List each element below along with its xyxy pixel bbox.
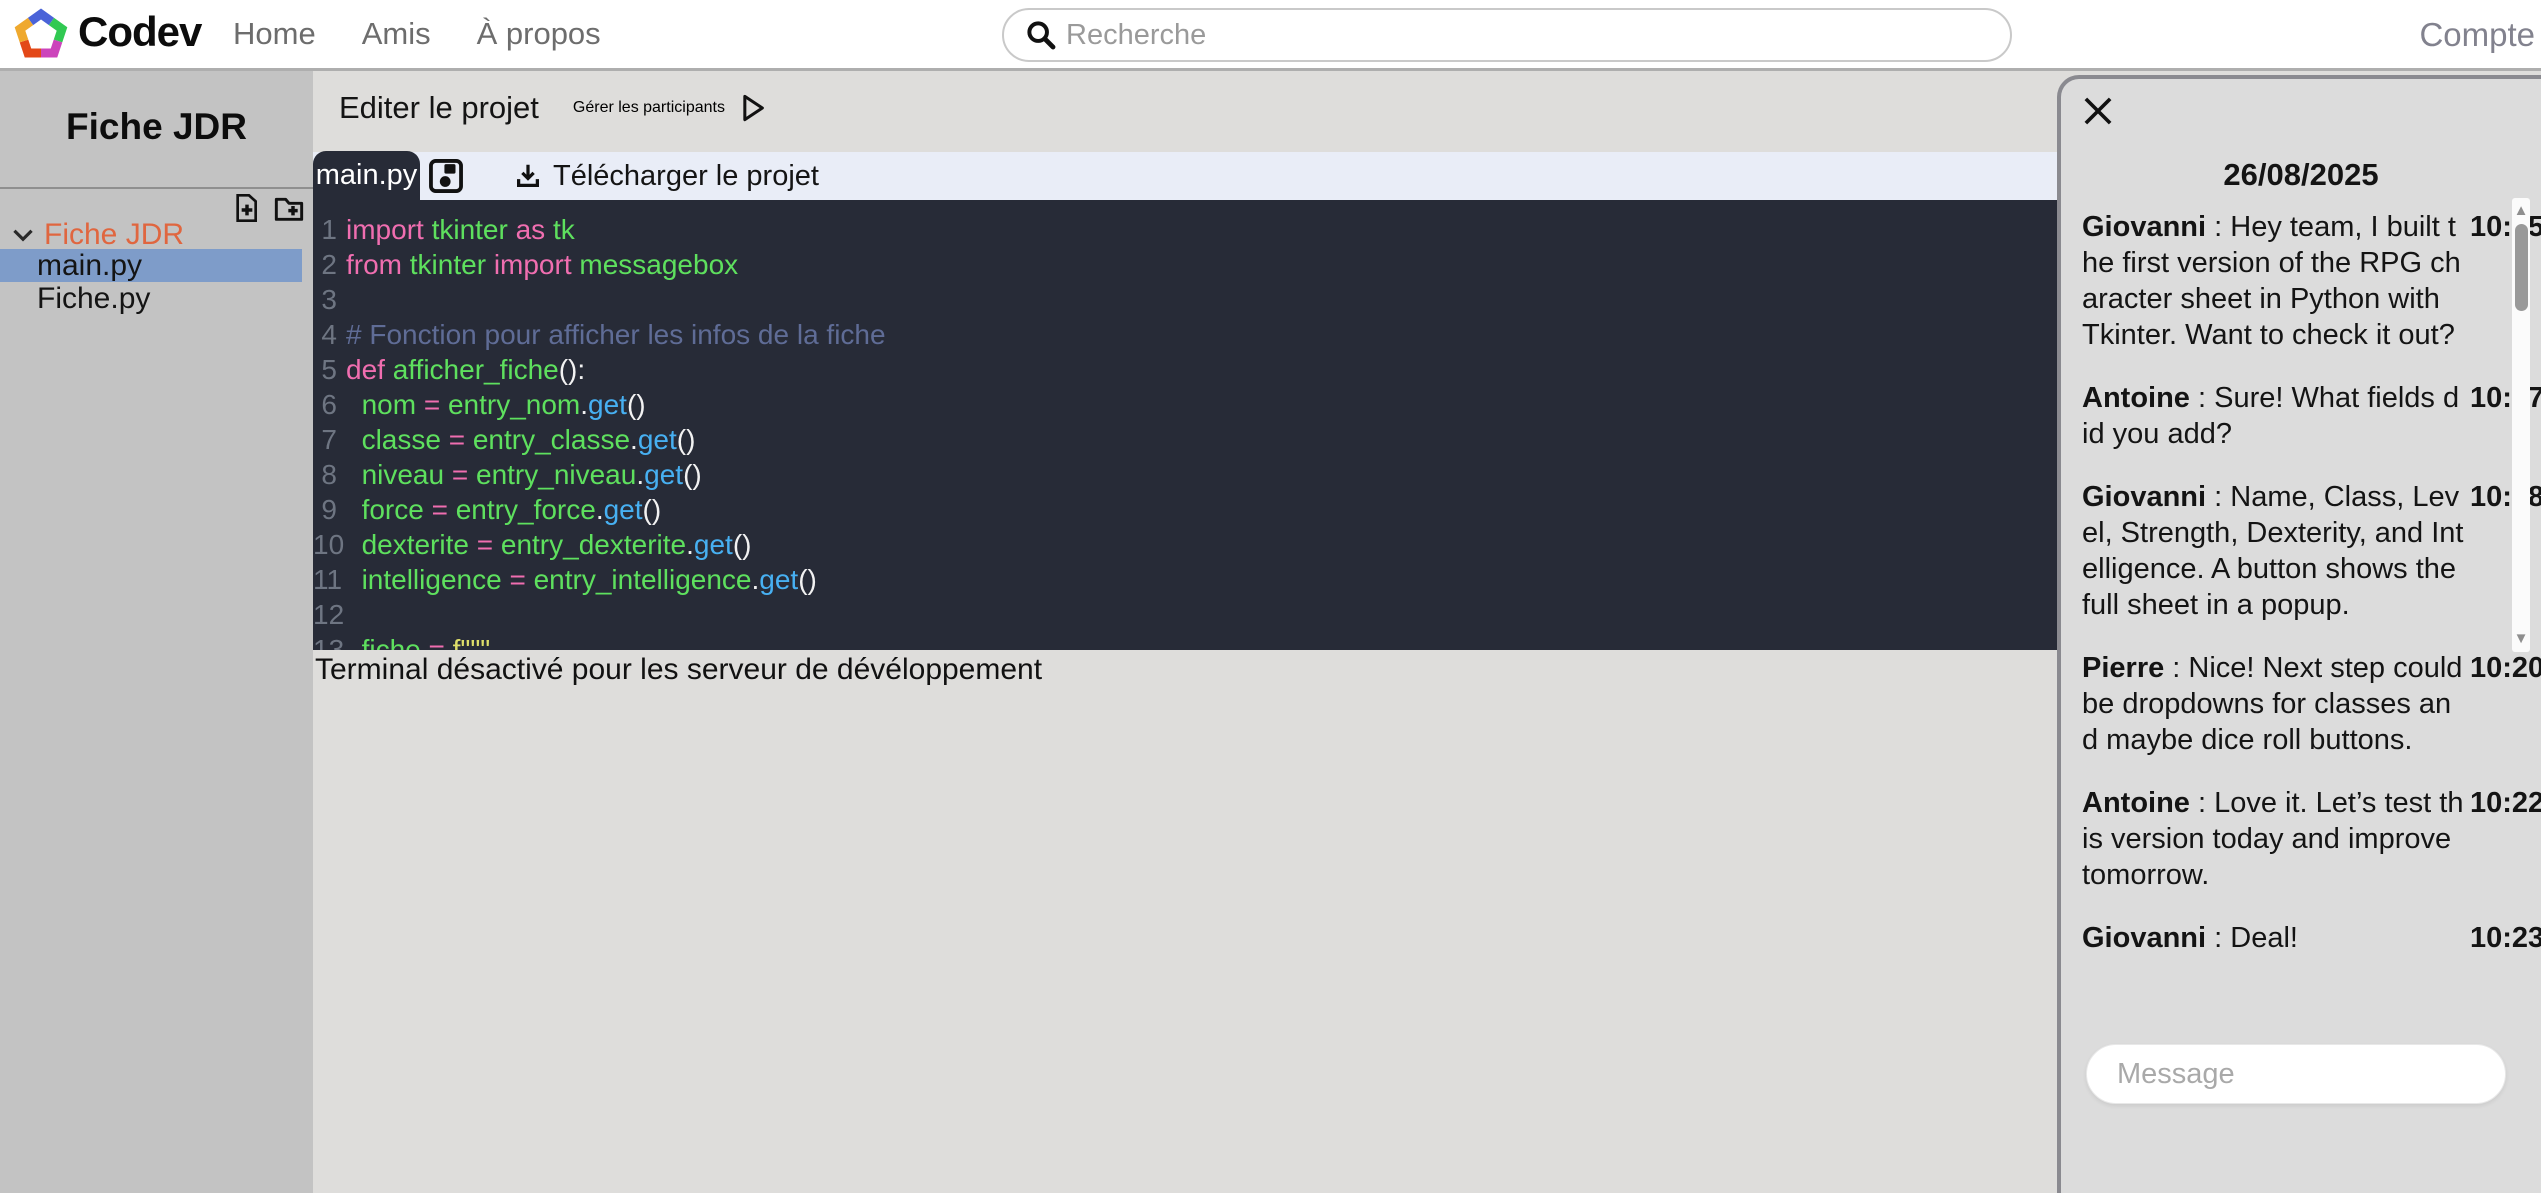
nav-link-home[interactable]: Home: [233, 16, 316, 52]
line-number: 1: [313, 212, 337, 247]
code-line: 4# Fonction pour afficher les infos de l…: [313, 317, 2057, 352]
chevron-down-icon: [12, 227, 34, 243]
chat-message-input[interactable]: [2086, 1044, 2506, 1104]
message-time: 10:15: [2470, 209, 2541, 245]
message-time: 10:23: [2470, 920, 2541, 956]
line-number: 6: [313, 387, 337, 422]
editor-tabbar: main.py Télécharger le projet: [313, 152, 2057, 200]
message-author: Giovanni: [2082, 922, 2206, 954]
save-icon[interactable]: [427, 157, 465, 195]
code-line: 1import tkinter as tk: [313, 212, 2057, 247]
message-author: Giovanni: [2082, 211, 2206, 243]
new-folder-icon[interactable]: [273, 192, 305, 224]
code-line: 9 force = entry_force.get(): [313, 492, 2057, 527]
chat-message: Giovanni : Hey team, I built the first v…: [2082, 209, 2512, 353]
code-line: 5def afficher_fiche():: [313, 352, 2057, 387]
line-number: 12: [313, 597, 337, 632]
tree-file-list: main.pyFiche.py: [0, 249, 313, 315]
tree-folder-row[interactable]: Fiche JDR: [12, 218, 184, 252]
file-explorer-sidebar: Fiche JDR Fiche JDR main.pyFiche.py: [0, 68, 313, 1193]
manage-participants-label: Gérer les participants: [573, 99, 725, 117]
manage-participants-button[interactable]: Gérer les participants: [573, 92, 767, 124]
nav-link-amis[interactable]: Amis: [362, 16, 431, 52]
brand-title[interactable]: Codev: [78, 8, 201, 56]
chat-message: Giovanni : Deal!10:23: [2082, 920, 2512, 956]
download-project-label: Télécharger le projet: [553, 160, 819, 193]
download-icon: [513, 161, 543, 191]
new-file-icon[interactable]: [231, 192, 263, 224]
line-number: 5: [313, 352, 337, 387]
line-number: 11: [313, 562, 337, 597]
line-number: 13: [313, 632, 337, 650]
message-time: 10:20: [2470, 650, 2541, 686]
tab-main-py[interactable]: main.py: [313, 151, 420, 200]
search-bar[interactable]: [1002, 8, 2012, 62]
code-editor[interactable]: 1import tkinter as tk2from tkinter impor…: [313, 200, 2057, 650]
app-window: Codev Home Amis À propos Compte Fiche JDR: [0, 0, 2541, 1193]
codev-logo-icon[interactable]: [14, 7, 68, 63]
chat-scrollbar[interactable]: ▲ ▼: [2512, 198, 2530, 652]
code-line: 11 intelligence = entry_intelligence.get…: [313, 562, 2057, 597]
line-number: 9: [313, 492, 337, 527]
message-time: 10:18: [2470, 479, 2541, 515]
message-time: 10:17: [2470, 380, 2541, 416]
code-line: 2from tkinter import messagebox: [313, 247, 2057, 282]
chat-message: Giovanni : Name, Class, Level, Strength,…: [2082, 479, 2512, 623]
message-author: Pierre: [2082, 652, 2164, 684]
message-author: Antoine: [2082, 787, 2190, 819]
account-menu[interactable]: Compte: [2419, 16, 2535, 54]
terminal-disabled-notice: Terminal désactivé pour les serveur de d…: [315, 653, 1042, 687]
line-number: 10: [313, 527, 337, 562]
scroll-up-arrow-icon[interactable]: ▲: [2514, 203, 2529, 218]
tree-file-fiche-py[interactable]: Fiche.py: [0, 282, 302, 315]
play-icon[interactable]: [739, 92, 767, 124]
tree-folder-label: Fiche JDR: [44, 218, 184, 252]
code-line: 10 dexterite = entry_dexterite.get(): [313, 527, 2057, 562]
message-author: Antoine: [2082, 382, 2190, 414]
line-number: 4: [313, 317, 337, 352]
message-author: Giovanni: [2082, 481, 2206, 513]
project-title: Fiche JDR: [0, 106, 313, 148]
code-line: 12: [313, 597, 2057, 632]
code-line: 7 classe = entry_classe.get(): [313, 422, 2057, 457]
scroll-down-arrow-icon[interactable]: ▼: [2514, 631, 2529, 646]
message-time: 10:22: [2470, 785, 2541, 821]
edit-project-button[interactable]: Editer le projet: [339, 90, 539, 126]
sidebar-divider: [0, 187, 313, 189]
code-line: 3: [313, 282, 2057, 317]
nav-link-à-propos[interactable]: À propos: [477, 16, 601, 52]
download-project-button[interactable]: Télécharger le projet: [513, 152, 819, 200]
chat-message-list: Giovanni : Hey team, I built the first v…: [2082, 209, 2512, 983]
code-line: 8 niveau = entry_niveau.get(): [313, 457, 2057, 492]
project-action-bar: Editer le projet Gérer les participants: [339, 90, 767, 126]
chat-panel: 26/08/2025 Giovanni : Hey team, I built …: [2057, 75, 2541, 1193]
chat-message: Antoine : Love it. Let’s test this versi…: [2082, 785, 2512, 893]
top-navbar: Codev Home Amis À propos Compte: [0, 0, 2541, 71]
nav-links: Home Amis À propos: [233, 0, 601, 68]
code-line: 13 fiche = f""": [313, 632, 2057, 650]
search-input[interactable]: [1064, 18, 2010, 53]
code-line: 6 nom = entry_nom.get(): [313, 387, 2057, 422]
line-number: 7: [313, 422, 337, 457]
scrollbar-thumb[interactable]: [2515, 224, 2528, 311]
file-actions: [231, 192, 305, 224]
search-icon: [1024, 18, 1058, 52]
chat-message: Antoine : Sure! What fields did you add?…: [2082, 380, 2512, 452]
chat-message: Pierre : Nice! Next step could be dropdo…: [2082, 650, 2512, 758]
chat-date: 26/08/2025: [2061, 157, 2541, 193]
line-number: 2: [313, 247, 337, 282]
close-icon[interactable]: [2081, 94, 2115, 128]
line-number: 8: [313, 457, 337, 492]
tree-file-main-py[interactable]: main.py: [0, 249, 302, 282]
line-number: 3: [313, 282, 337, 317]
